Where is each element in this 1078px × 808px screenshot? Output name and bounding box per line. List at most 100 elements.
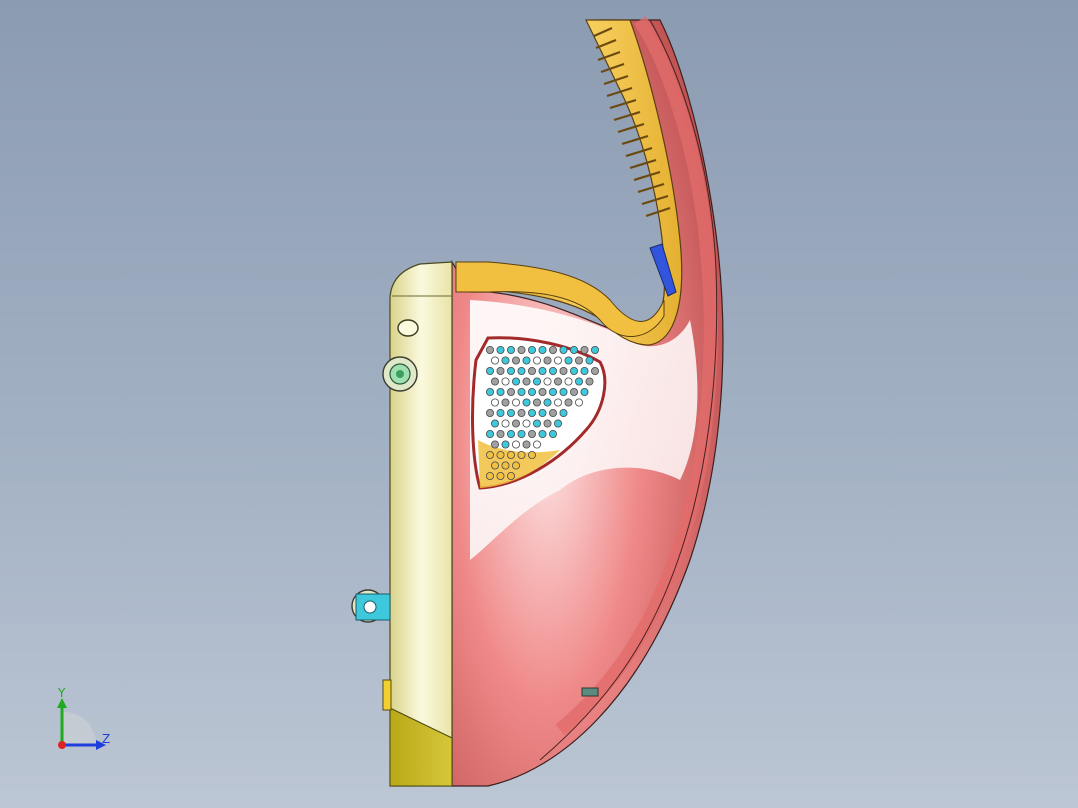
vent-hole [501,356,510,365]
vent-hole [501,440,510,449]
vent-hole [554,398,563,407]
vent-hole [538,387,547,396]
vent-hole [485,387,494,396]
vent-hole [490,419,499,428]
vent-hole [506,387,515,396]
x-axis-dot [58,741,66,749]
vent-hole [559,387,568,396]
vent-hole [570,387,579,396]
vent-hole [501,419,510,428]
vent-hole [570,345,579,354]
vent-hole [528,450,537,459]
vent-hole [496,408,505,417]
vent-hole [533,440,542,449]
vent-hole [554,356,563,365]
lower-clip[interactable] [351,589,391,623]
z-axis-label: Z [102,732,110,746]
vent-hole [496,387,505,396]
vent-hole [533,377,542,386]
vent-hole [580,366,589,375]
vent-hole [522,398,531,407]
vent-hole [528,366,537,375]
vent-hole [559,408,568,417]
vent-hole [549,387,558,396]
axis-triad: Y Z [57,686,110,750]
vent-hole [506,366,515,375]
vent-hole [496,429,505,438]
vent-hole [549,366,558,375]
vent-hole [506,345,515,354]
vent-hole [496,366,505,375]
vent-hole [559,345,568,354]
vent-hole [506,471,515,480]
vent-hole [490,440,499,449]
vent-hole [580,387,589,396]
vent-hole [538,429,547,438]
vent-hole [517,408,526,417]
vent-hole [506,429,515,438]
vent-hole [585,377,594,386]
vent-hole [533,398,542,407]
vent-hole [559,366,568,375]
side-tab [581,687,599,697]
vent-hole [512,356,521,365]
vent-hole [490,461,499,470]
front-cap [389,261,453,787]
y-axis-label: Y [57,686,66,700]
vent-hole [564,356,573,365]
vent-hole [512,440,521,449]
vent-hole [591,345,600,354]
vent-hole [538,345,547,354]
vent-hole [543,356,552,365]
upper-latch[interactable] [382,356,418,392]
vent-hole [580,345,589,354]
vent-hole [522,419,531,428]
vent-hole [485,471,494,480]
vent-hole [528,429,537,438]
vent-hole [517,366,526,375]
vent-hole [538,366,547,375]
3d-viewport[interactable]: Y Z [0,0,1078,808]
vent-hole [543,419,552,428]
vent-hole [496,345,505,354]
vent-hole [517,345,526,354]
vent-hole [490,377,499,386]
vent-hole [485,429,494,438]
vent-hole [512,398,521,407]
vent-hole [528,408,537,417]
vent-hole [501,461,510,470]
vent-hole [517,450,526,459]
vent-hole [543,398,552,407]
vent-hole [575,377,584,386]
vent-hole [564,377,573,386]
vent-hole [585,356,594,365]
vent-hole [512,461,521,470]
cap-button[interactable] [397,319,419,337]
vacuum-model[interactable]: Y Z [0,0,1078,808]
vent-hole [591,366,600,375]
front-tab [382,679,392,711]
vent-hole [501,398,510,407]
vent-hole [528,387,537,396]
vent-hole [533,419,542,428]
vent-hole [549,429,558,438]
vent-hole [485,450,494,459]
vent-hole [490,356,499,365]
vent-hole [522,356,531,365]
vent-hole [485,366,494,375]
vent-hole [517,429,526,438]
vent-hole [533,356,542,365]
vent-hole [522,440,531,449]
vent-hole [485,408,494,417]
vent-hole [512,419,521,428]
vent-hole [517,387,526,396]
vent-hole [528,345,537,354]
vent-hole [506,408,515,417]
vent-hole [543,377,552,386]
vent-hole [522,377,531,386]
vent-hole [506,450,515,459]
vent-hole [549,345,558,354]
vent-hole [575,356,584,365]
vent-hole [570,366,579,375]
vent-hole [554,419,563,428]
